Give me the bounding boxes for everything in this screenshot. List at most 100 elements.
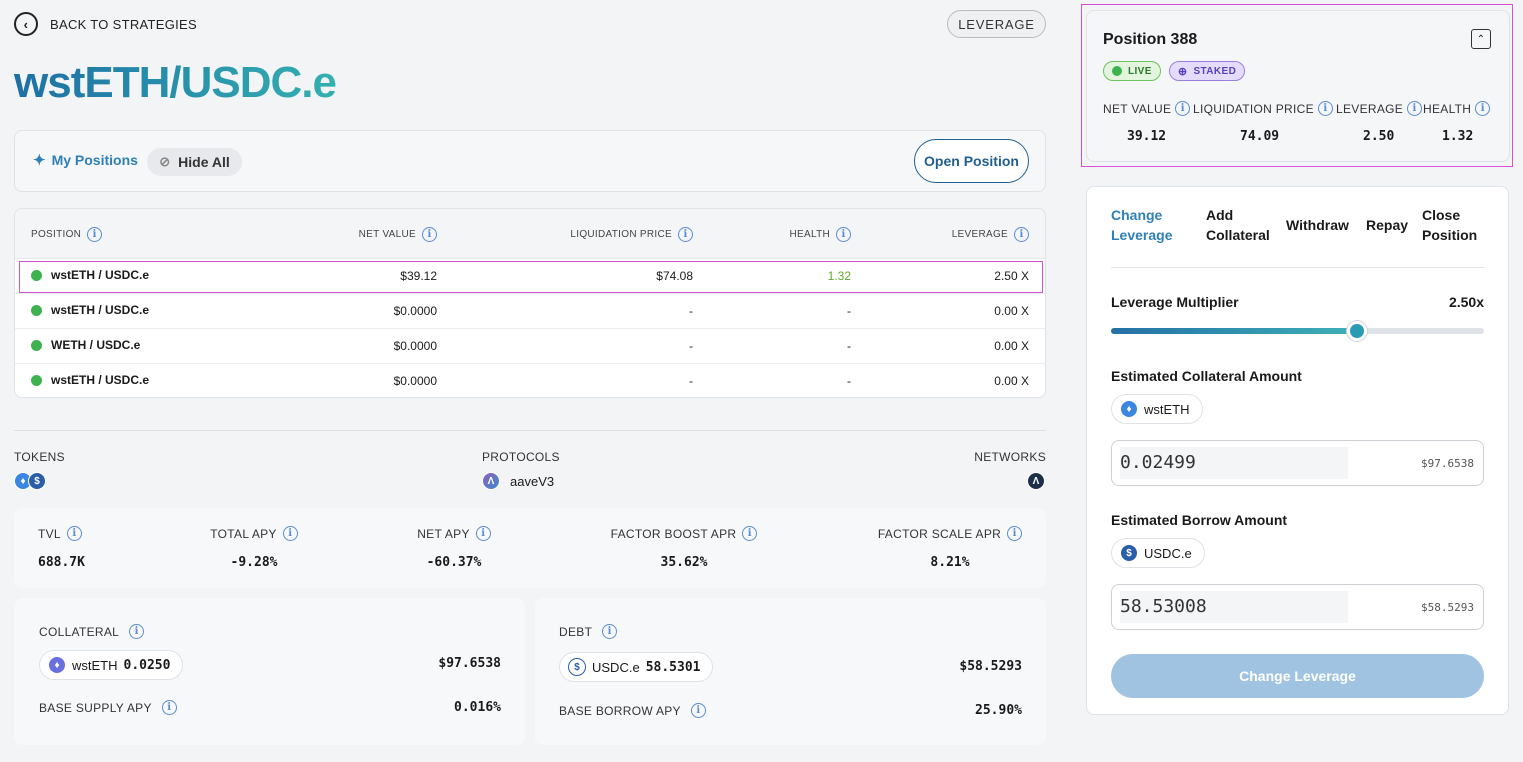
info-icon[interactable]: i [66,526,82,541]
networks-label: NETWORKS [974,450,1046,464]
slider-thumb[interactable] [1347,321,1368,341]
debt-token-chip: $ USDC.e 58.5301 [559,652,714,682]
tab-close-position[interactable]: Close Position [1422,205,1477,245]
row-net-value: $0.0000 [393,304,437,318]
info-icon[interactable]: i [422,227,437,242]
row-liq-price: $74.08 [656,269,693,283]
back-label: BACK TO STRATEGIES [50,16,197,32]
open-position-button[interactable]: Open Position [914,139,1029,183]
my-positions-label: My Positions [51,152,138,168]
tabs-divider [1111,267,1484,268]
protocols-label: PROTOCOLS [482,450,560,464]
debt-amount: 58.5301 [645,659,701,675]
stat-factor-boost-apr: FACTOR BOOST APR i 35.62% [610,526,758,570]
collateral-card: COLLATERAL i ♦ wstETH 0.0250 $97.6538 BAS… [14,598,525,745]
action-panel: Change Leverage Add Collateral Withdraw Re… [1086,186,1509,715]
tokens-label: TOKENS [14,450,65,464]
info-icon[interactable]: i [282,526,298,541]
row-pair: WETH / USDC.e [51,338,141,352]
my-positions-button[interactable]: ✦ My Positions [33,151,138,169]
row-leverage: 0.00 X [994,304,1029,318]
row-liq-price: - [689,339,693,353]
leverage-slider[interactable] [1111,321,1484,341]
stat-total-apy: TOTAL APY i -9.28% [204,526,304,570]
info-icon[interactable]: i [161,700,177,715]
row-leverage: 0.00 X [994,374,1029,388]
row-health: - [847,374,851,388]
tab-withdraw[interactable]: Withdraw [1286,215,1349,235]
collateral-token: wstETH [72,657,118,673]
table-row[interactable]: wstETH / USDC.e $39.12 $74.08 1.32 2.50 … [15,259,1045,294]
stat-net-apy: NET APY i -60.37% [414,526,494,570]
sparkle-icon: ✦ [33,152,46,169]
strategy-stats: TVL i 688.7K TOTAL APY i -9.28% NET APY i -… [14,508,1046,588]
back-to-strategies-link[interactable]: ‹ BACK TO STRATEGIES [14,12,197,36]
info-icon[interactable]: i [129,624,145,639]
usdc-token-icon: $ [568,658,586,676]
collateral-amount-input[interactable]: 0.02499 $97.6538 [1111,440,1484,486]
collateral-usd: $97.6538 [438,656,501,671]
base-supply-apy-value: 0.016% [454,700,501,715]
row-leverage: 0.00 X [994,339,1029,353]
stat-factor-scale-apr: FACTOR SCALE APR i 8.21% [876,526,1024,570]
base-supply-apy-label: BASE SUPPLY APY i [39,700,177,715]
eye-off-icon: ⊘ [159,154,171,169]
row-health: 1.32 [827,269,851,283]
header-leverage: LEVERAGE i [952,227,1029,242]
tab-repay[interactable]: Repay [1366,215,1408,235]
info-icon[interactable]: i [678,227,693,242]
row-liq-price: - [689,374,693,388]
hide-all-label: Hide All [178,154,230,170]
row-net-value: $0.0000 [393,339,437,353]
slider-fill [1111,328,1358,334]
info-icon[interactable]: i [1014,227,1029,242]
info-icon[interactable]: i [602,624,618,639]
info-icon[interactable]: i [690,703,706,718]
header-position: POSITION i [31,227,103,242]
wsteth-token-icon: ♦ [1120,400,1138,418]
change-leverage-button[interactable]: Change Leverage [1111,654,1484,698]
positions-table: POSITION i NET VALUE i LIQUIDATION PRICE i … [14,208,1046,398]
borrow-token-name: USDC.e [1144,545,1192,561]
borrow-token-select[interactable]: $ USDC.e [1111,538,1205,568]
borrow-amount-value[interactable]: 58.53008 [1120,591,1348,623]
row-health: - [847,304,851,318]
status-dot-icon [31,339,42,351]
back-arrow-icon: ‹ [14,12,38,36]
selection-highlight [1081,4,1513,167]
info-icon[interactable]: i [742,526,758,541]
leverage-tag: LEVERAGE [947,10,1046,38]
collateral-token-chip: ♦ wstETH 0.0250 [39,650,184,680]
info-icon[interactable]: i [87,227,103,242]
table-row[interactable]: WETH / USDC.e $0.0000 - - 0.00 X [15,329,1045,364]
debt-token: USDC.e [592,659,640,675]
protocol-item: Λ aaveV3 [482,472,554,490]
borrow-amount-label: Estimated Borrow Amount [1111,512,1288,528]
info-icon[interactable]: i [836,227,851,242]
status-dot-icon [31,269,42,281]
table-row[interactable]: wstETH / USDC.e $0.0000 - - 0.00 X [15,294,1045,329]
token-icons: ♦ $ [14,472,46,490]
info-icon[interactable]: i [1007,526,1023,541]
row-net-value: $0.0000 [393,374,437,388]
tab-change-leverage[interactable]: Change Leverage [1111,205,1172,245]
base-borrow-apy-label: BASE BORROW APY i [559,703,706,718]
usdc-token-icon: $ [1120,544,1138,562]
borrow-usd-value: $58.5293 [1421,601,1474,614]
header-health: HEALTH i [789,227,851,242]
table-row[interactable]: wstETH / USDC.e $0.0000 - - 0.00 X [15,364,1045,397]
collateral-amount-label: Estimated Collateral Amount [1111,368,1302,384]
collateral-amount-value[interactable]: 0.02499 [1120,447,1348,479]
info-icon[interactable]: i [475,526,491,541]
collateral-token-name: wstETH [1144,401,1190,417]
row-health: - [847,339,851,353]
wsteth-token-icon: ♦ [48,656,66,674]
collateral-amount: 0.0250 [123,657,171,673]
status-dot-icon [31,374,42,386]
collateral-token-select[interactable]: ♦ wstETH [1111,394,1203,424]
hide-all-button[interactable]: ⊘ Hide All [147,148,242,176]
row-pair: wstETH / USDC.e [51,373,150,387]
borrow-amount-input[interactable]: 58.53008 $58.5293 [1111,584,1484,630]
tab-add-collateral[interactable]: Add Collateral [1206,205,1270,245]
leverage-multiplier-label: Leverage Multiplier [1111,294,1239,310]
